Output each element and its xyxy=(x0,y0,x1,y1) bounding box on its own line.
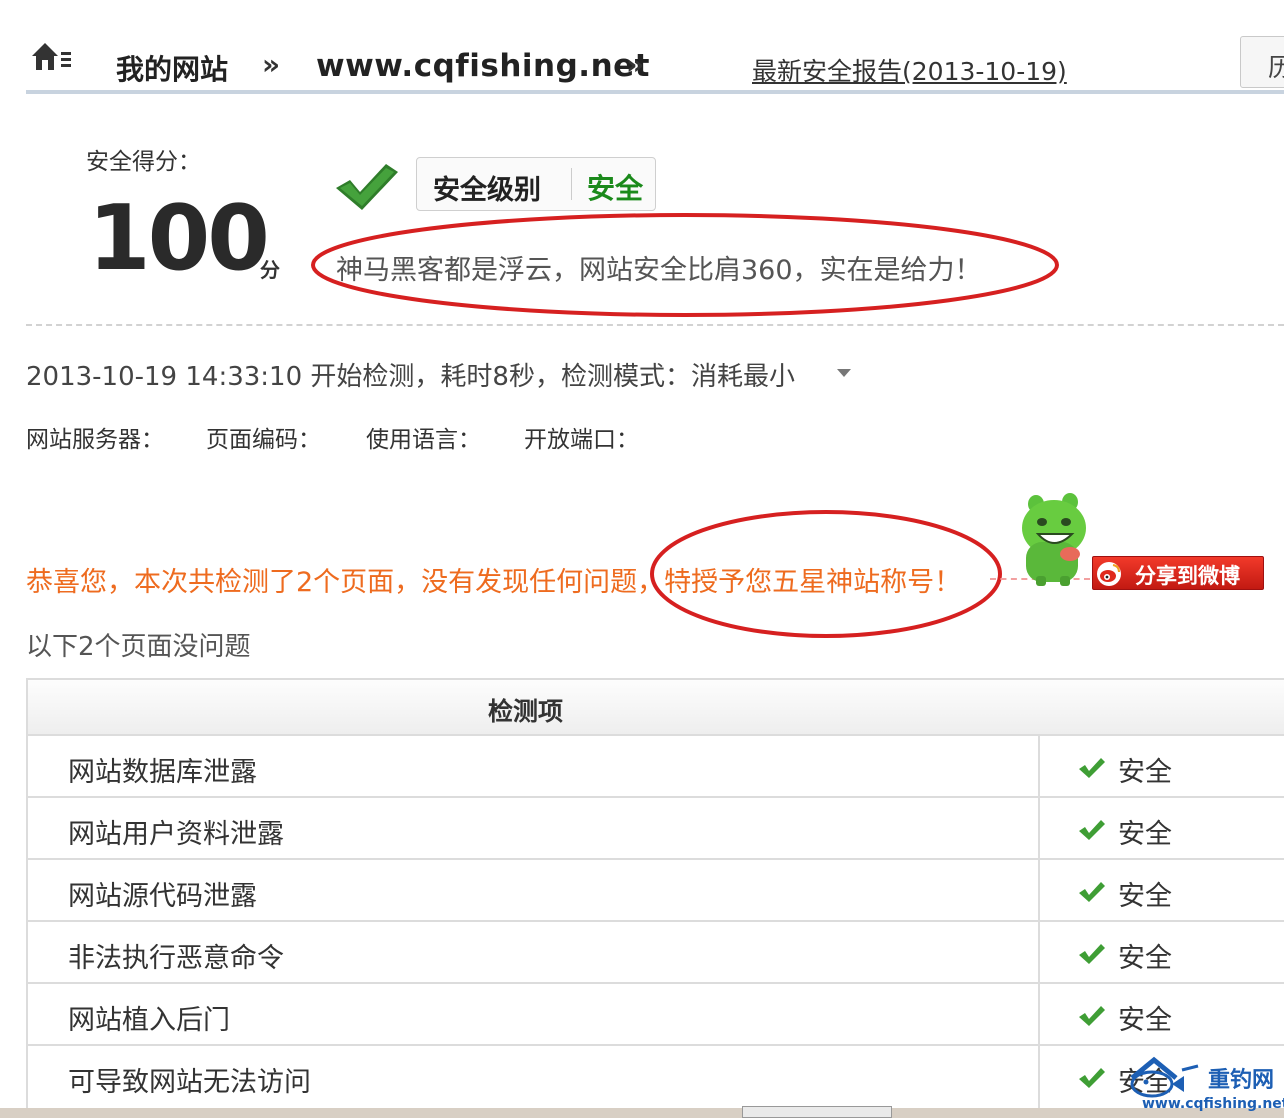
bottom-strip xyxy=(0,1108,1284,1118)
check-item-name: 网站源代码泄露 xyxy=(68,881,257,912)
language-label: 使用语言： xyxy=(366,427,481,453)
table-row: 网站数据库泄露 安全 xyxy=(28,736,1284,798)
check-icon xyxy=(1079,1068,1105,1088)
table-row: 非法执行恶意命令 安全 xyxy=(28,922,1284,984)
table-row: 网站源代码泄露 安全 xyxy=(28,860,1284,922)
watermark-url: www.cqfishing.net xyxy=(1142,1096,1284,1112)
watermark: 重钓网 www.cqfishing.net xyxy=(1124,1054,1284,1118)
chevron-down-icon[interactable] xyxy=(836,368,852,378)
table-row: 可导致网站无法访问 安全 xyxy=(28,1046,1284,1108)
check-items-table: 检测项 网站数据库泄露 安全 网站用户资料泄露 安全 网站源代码泄露 安全 非法… xyxy=(26,678,1284,1118)
score-value: 100 xyxy=(88,186,270,291)
breadcrumb-separator: » xyxy=(626,48,645,81)
latest-report-link[interactable]: 最新安全报告(2013-10-19) xyxy=(752,52,1067,88)
mascot-icon xyxy=(1022,493,1086,586)
fishing-logo-icon xyxy=(1130,1056,1199,1098)
section-divider xyxy=(26,324,1284,326)
table-row: 网站植入后门 安全 xyxy=(28,984,1284,1046)
site-domain-link[interactable]: www.cqfishing.net xyxy=(316,48,650,84)
ports-label: 开放端口： xyxy=(524,427,639,453)
check-item-status: 安全 xyxy=(1118,757,1172,788)
check-icon xyxy=(1079,1006,1105,1026)
check-icon xyxy=(1079,882,1105,902)
watermark-name: 重钓网 xyxy=(1208,1068,1275,1093)
security-level-label: 安全级别 xyxy=(433,175,541,206)
breadcrumb-separator: » xyxy=(262,48,281,81)
scan-summary: 2013-10-19 14:33:10 开始检测，耗时8秒，检测模式：消耗最小 xyxy=(26,362,795,392)
check-item-status: 安全 xyxy=(1118,1005,1172,1036)
check-icon xyxy=(1079,758,1105,778)
home-icon[interactable] xyxy=(30,38,74,72)
history-button[interactable]: 历史 xyxy=(1240,36,1284,88)
check-icon xyxy=(1079,944,1105,964)
security-level-value: 安全 xyxy=(587,172,644,205)
server-label: 网站服务器： xyxy=(26,427,164,453)
header-divider xyxy=(26,90,1284,94)
table-row: 网站用户资料泄露 安全 xyxy=(28,798,1284,860)
check-icon xyxy=(336,164,398,210)
score-label: 安全得分： xyxy=(86,149,201,175)
check-item-name: 网站数据库泄露 xyxy=(68,757,257,788)
annotation-circle xyxy=(311,213,1059,317)
encoding-label: 页面编码： xyxy=(206,427,321,453)
annotation-circle xyxy=(650,510,1002,638)
score-unit: 分 xyxy=(260,258,280,282)
my-site-link[interactable]: 我的网站 xyxy=(116,48,228,88)
check-item-name: 网站植入后门 xyxy=(68,1005,230,1036)
check-item-status: 安全 xyxy=(1118,819,1172,850)
check-icon xyxy=(1079,820,1105,840)
bottom-tab[interactable] xyxy=(742,1106,892,1118)
check-item-status: 安全 xyxy=(1118,881,1172,912)
breadcrumb: 我的网站 » www.cqfishing.net » 最新安全报告(2013-1… xyxy=(26,14,1284,92)
check-item-name: 非法执行恶意命令 xyxy=(68,943,284,974)
check-item-name: 可导致网站无法访问 xyxy=(68,1067,311,1098)
share-weibo-label: 分享到微博 xyxy=(1135,564,1240,588)
level-divider xyxy=(571,168,572,200)
check-item-status: 安全 xyxy=(1118,943,1172,974)
share-weibo-button[interactable]: 分享到微博 xyxy=(1092,556,1264,590)
table-header-label: 检测项 xyxy=(488,697,564,726)
security-level-box: 安全级别 安全 xyxy=(416,157,656,211)
table-header: 检测项 xyxy=(28,680,1284,736)
no-issue-pages-label: 以下2个页面没问题 xyxy=(26,632,251,662)
weibo-icon xyxy=(1097,562,1121,586)
check-item-name: 网站用户资料泄露 xyxy=(68,819,284,850)
